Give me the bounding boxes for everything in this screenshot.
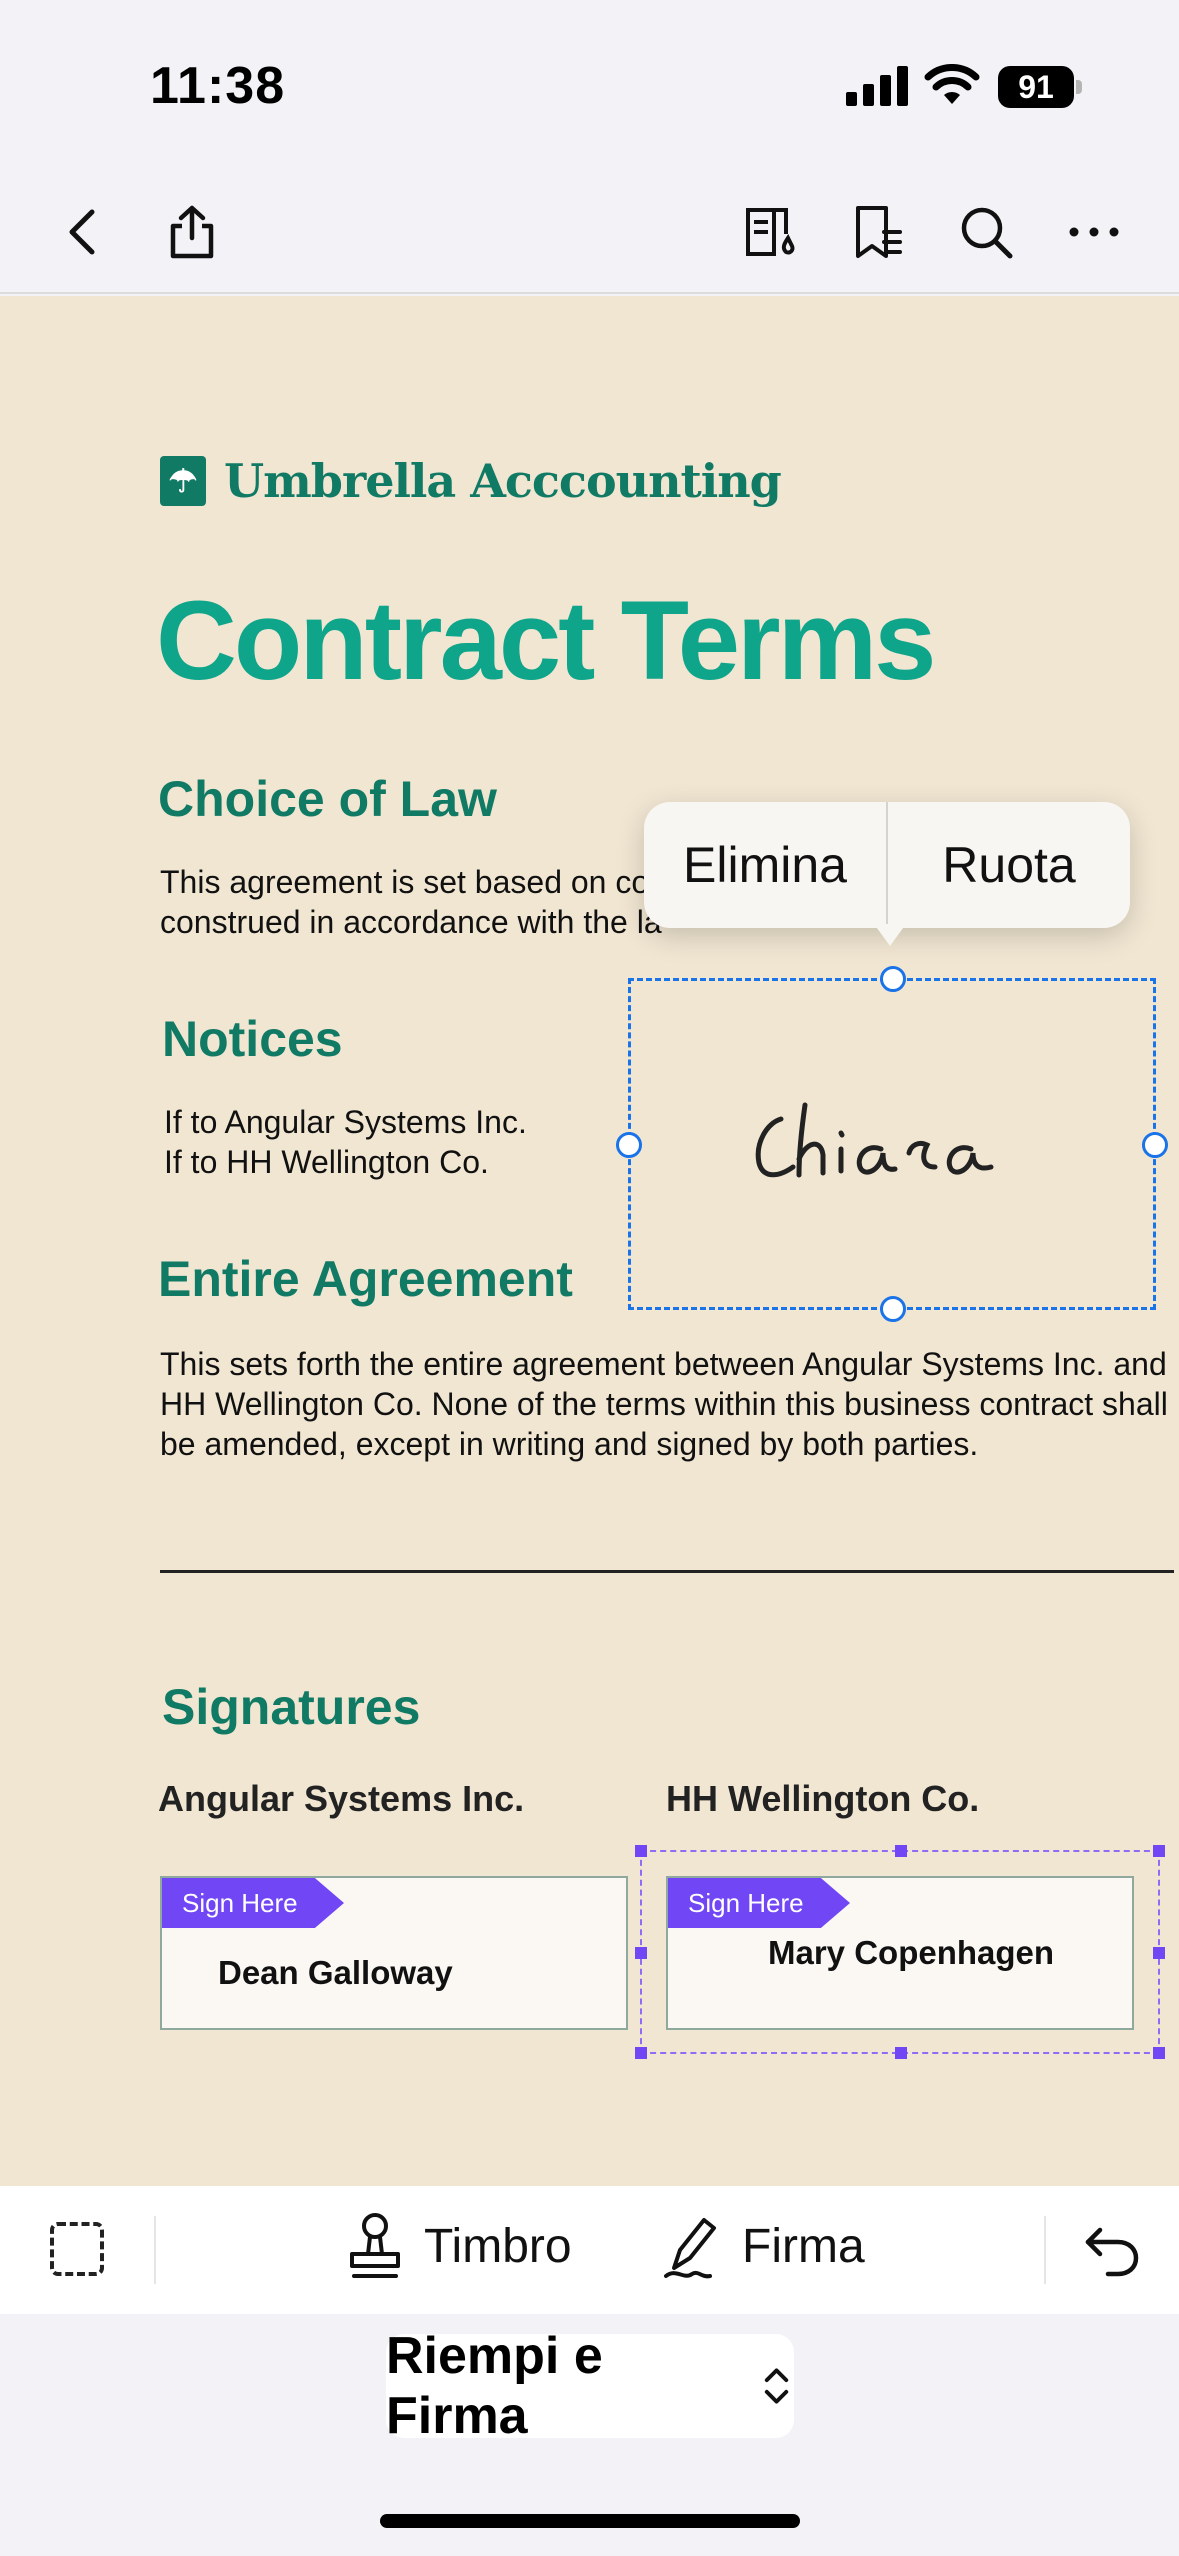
- cellular-signal-icon: [846, 66, 908, 106]
- resize-handle-right[interactable]: [1142, 1132, 1168, 1158]
- menu-pointer: [874, 924, 906, 946]
- resize-handle-bottom[interactable]: [880, 1296, 906, 1322]
- entire-agreement-line-1: This sets forth the entire agreement bet…: [160, 1346, 1167, 1382]
- signature-tool-button[interactable]: Firma: [660, 2210, 865, 2282]
- mode-selector-button[interactable]: Riempi e Firma: [386, 2327, 794, 2445]
- resize-handle[interactable]: [635, 2047, 647, 2059]
- document-page[interactable]: ☂ Umbrella Acccounting Contract Terms Ch…: [0, 296, 1179, 2186]
- wifi-icon: [924, 64, 980, 104]
- resize-handle[interactable]: [895, 2047, 907, 2059]
- notices-line-2: If to HH Wellington Co.: [164, 1144, 489, 1180]
- battery-icon: 91: [998, 66, 1082, 108]
- umbrella-icon: ☂: [160, 456, 206, 506]
- annotation-toolbar: Timbro Firma: [0, 2186, 1179, 2314]
- stamp-icon: [350, 2213, 400, 2278]
- sign-here-tag: Sign Here: [162, 1878, 344, 1928]
- choice-of-law-line-2: construed in accordance with the la: [160, 904, 662, 940]
- company-logo: ☂ Umbrella Acccounting: [160, 454, 782, 508]
- ellipsis-icon[interactable]: [1056, 194, 1132, 270]
- delete-menu-item[interactable]: Elimina: [644, 802, 886, 928]
- book-icon[interactable]: [732, 194, 808, 270]
- logo-text: Umbrella Acccounting: [224, 454, 782, 508]
- selection-tool-icon[interactable]: [50, 2222, 104, 2276]
- search-icon[interactable]: [948, 194, 1024, 270]
- undo-icon[interactable]: [1082, 2220, 1142, 2280]
- context-menu: Elimina Ruota: [644, 802, 1130, 928]
- resize-handle[interactable]: [635, 1845, 647, 1857]
- heading-entire-agreement: Entire Agreement: [158, 1251, 573, 1307]
- status-bar: 11:38 91: [0, 0, 1179, 170]
- toolbar-divider: [1044, 2216, 1046, 2284]
- choice-of-law-line-1: This agreement is set based on co: [160, 864, 650, 900]
- bookmark-list-icon[interactable]: [840, 194, 916, 270]
- status-time: 11:38: [150, 57, 286, 115]
- rotate-handle[interactable]: [880, 966, 906, 992]
- heading-signatures: Signatures: [162, 1679, 421, 1735]
- chevron-up-down-icon: [764, 2368, 789, 2404]
- party-1-label: Angular Systems Inc.: [158, 1778, 525, 1819]
- heading-choice-of-law: Choice of Law: [158, 771, 497, 827]
- resize-handle[interactable]: [635, 1947, 647, 1959]
- field-selection-box[interactable]: [635, 1845, 1165, 2059]
- signature-field-1[interactable]: Sign Here Dean Galloway: [160, 1876, 628, 2030]
- resize-handle[interactable]: [1153, 2047, 1165, 2059]
- chevron-left-icon[interactable]: [46, 194, 122, 270]
- entire-agreement-line-3: be amended, except in writing and signed…: [160, 1426, 979, 1462]
- stamp-tool-button[interactable]: Timbro: [342, 2210, 572, 2282]
- rotate-menu-item[interactable]: Ruota: [888, 802, 1130, 928]
- resize-handle[interactable]: [1153, 1845, 1165, 1857]
- mode-selector-label: Riempi e Firma: [386, 2327, 603, 2445]
- divider-line: [160, 1570, 1174, 1573]
- toolbar-divider: [154, 2216, 156, 2284]
- top-toolbar: [0, 170, 1179, 294]
- signer-name-1: Dean Galloway: [218, 1954, 453, 1991]
- signature-tool-label: Firma: [742, 2219, 865, 2273]
- notices-line-1: If to Angular Systems Inc.: [164, 1104, 527, 1140]
- stamp-tool-label: Timbro: [424, 2219, 572, 2273]
- share-icon[interactable]: [154, 194, 230, 270]
- resize-handle[interactable]: [895, 1845, 907, 1857]
- heading-notices: Notices: [162, 1011, 343, 1067]
- signature-pen-icon: [664, 2218, 716, 2279]
- placed-signature[interactable]: [616, 966, 1168, 1322]
- battery-level: 91: [998, 66, 1074, 108]
- entire-agreement-line-2: HH Wellington Co. None of the terms with…: [160, 1386, 1168, 1422]
- home-indicator[interactable]: [380, 2514, 800, 2528]
- party-2-label: HH Wellington Co.: [666, 1778, 980, 1819]
- document-title: Contract Terms: [156, 578, 936, 703]
- handwritten-signature: [755, 1102, 994, 1178]
- resize-handle[interactable]: [1153, 1947, 1165, 1959]
- resize-handle-left[interactable]: [616, 1132, 642, 1158]
